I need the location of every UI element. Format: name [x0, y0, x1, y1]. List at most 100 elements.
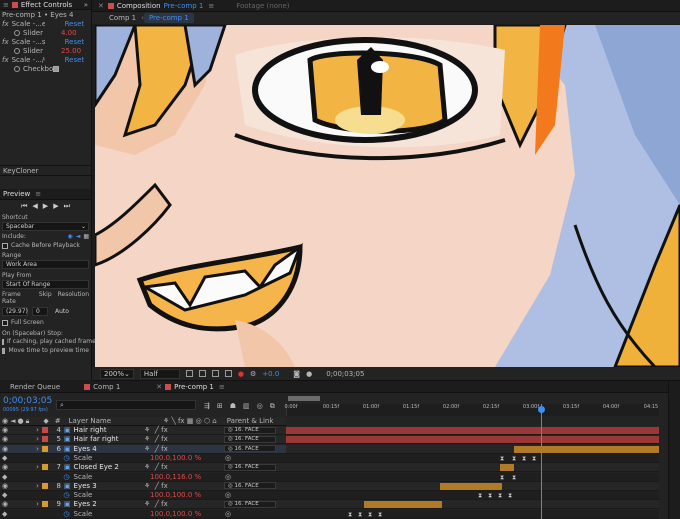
label-color[interactable] — [41, 436, 48, 443]
move-time-checkbox[interactable] — [2, 347, 6, 354]
layer-row[interactable]: ◉ › 5 ▣ Hair far right ⚘ ╱ fx ◎ 16. FACE — [0, 435, 286, 445]
keyframe-nav-icon[interactable]: ◆ — [2, 454, 7, 462]
property-row[interactable]: ◆ ◷ Scale 100.0,100.0 % ◎ — [0, 453, 286, 463]
color-channel-icon[interactable]: ● — [238, 370, 244, 378]
fx-icon[interactable]: fx — [2, 20, 9, 28]
stopwatch-icon[interactable] — [14, 29, 20, 36]
draft-3d-icon[interactable]: ⊞ — [217, 402, 223, 411]
keyframe[interactable]: ⧗ — [512, 455, 516, 463]
full-screen-checkbox[interactable] — [2, 319, 8, 326]
layer-row[interactable]: ◉ › 4 ▣ Hair right ⚘ ╱ fx ◎ 16. FACE — [0, 426, 286, 435]
shy-icon[interactable]: ☗ — [230, 402, 236, 411]
menu-icon[interactable]: ≡ — [3, 1, 9, 9]
next-frame-icon[interactable]: ▶ — [53, 202, 58, 210]
expand-arrow-icon[interactable]: › — [36, 445, 39, 453]
layer-bar[interactable] — [500, 464, 514, 472]
effect-row[interactable]: fx Scale -...sion Reset — [0, 37, 91, 46]
range-dropdown[interactable]: Work Area — [2, 260, 89, 269]
composition-name[interactable]: Pre-comp 1 — [164, 2, 204, 10]
parent-dropdown[interactable]: ◎ 16. FACE — [224, 445, 276, 453]
zoom-dropdown[interactable]: 200% ⌄ — [100, 368, 134, 379]
playhead-handle[interactable] — [538, 406, 545, 413]
grid-icon[interactable] — [224, 370, 232, 377]
stopwatch-icon[interactable]: ◷ — [63, 510, 69, 518]
label-color[interactable] — [41, 501, 48, 508]
layer-name[interactable]: Eyes 4 — [74, 445, 97, 453]
label-icon[interactable]: ◆ — [43, 417, 48, 425]
expand-arrow-icon[interactable]: › — [36, 435, 39, 443]
stopwatch-icon[interactable] — [14, 65, 20, 72]
gear-icon[interactable]: ⚙ — [250, 370, 256, 378]
layer-name[interactable]: Eyes 2 — [74, 500, 97, 508]
switches[interactable]: ⚘ ╱ fx — [144, 482, 168, 490]
keyframe[interactable]: ⧗ — [500, 455, 504, 463]
motion-blur-icon[interactable]: ◎ — [257, 402, 263, 411]
parent-dropdown[interactable]: ◎ 16. FACE — [224, 463, 276, 471]
keyframe-nav-icon[interactable]: ◆ — [2, 473, 7, 481]
label-color[interactable] — [41, 427, 48, 433]
checkbox[interactable] — [53, 65, 59, 72]
close-icon[interactable]: ✕ — [98, 2, 104, 10]
link-icon[interactable]: ◎ — [225, 510, 231, 518]
panel-expand-icon[interactable]: » — [84, 1, 88, 9]
composition-label[interactable]: Composition — [117, 2, 161, 10]
solo-icon[interactable]: ● — [18, 417, 24, 425]
frame-blending-icon[interactable]: ▥ — [243, 402, 250, 411]
fx-icon[interactable]: fx — [2, 56, 9, 64]
link-icon[interactable]: ◎ — [225, 491, 231, 499]
layer-name[interactable]: Eyes 3 — [74, 482, 97, 490]
reset-button[interactable]: Reset — [65, 38, 85, 46]
preview-tab[interactable]: Preview ≡ — [0, 189, 91, 200]
tab-pre-comp-1[interactable]: Pre-comp 1 — [143, 13, 194, 23]
layer-bar[interactable] — [364, 501, 442, 509]
layer-row[interactable]: ◉ › 7 ▣ Closed Eye 2 ⚘ ╱ fx ◎ 16. FACE — [0, 463, 286, 473]
link-icon[interactable]: ◎ — [225, 454, 231, 462]
transparency-grid-icon[interactable] — [198, 370, 206, 377]
layer-row[interactable]: ◉ › 6 ▣ Eyes 4 ⚘ ╱ fx ◎ 16. FACE — [0, 444, 286, 454]
keyframe[interactable]: ⧗ — [478, 492, 482, 500]
stopwatch-icon[interactable]: ◷ — [63, 473, 69, 481]
layer-row[interactable]: ◉ › 8 ▣ Eyes 3 ⚘ ╱ fx ◎ 16. FACE — [0, 481, 286, 491]
close-icon[interactable]: ✕ — [156, 383, 162, 391]
switches[interactable]: ⚘ ╱ fx — [144, 463, 168, 471]
graph-editor-icon[interactable]: ⧉ — [270, 402, 275, 411]
keyframe-nav-icon[interactable]: ◆ — [2, 510, 7, 518]
lock-icon[interactable] — [107, 2, 114, 9]
mask-visibility-icon[interactable] — [211, 370, 219, 377]
lock-column-icon[interactable]: 🔒︎ — [26, 417, 30, 426]
property-value[interactable]: 100.0,100.0 % — [150, 491, 201, 499]
keyframe[interactable]: ⧗ — [512, 474, 516, 482]
eye-icon[interactable]: ◉ — [2, 500, 8, 508]
property-value[interactable]: 100.0,116.0 % — [150, 473, 201, 481]
switches[interactable]: ⚘ ╱ fx — [144, 445, 168, 453]
keyframe[interactable]: ⧗ — [498, 492, 502, 500]
skip-dropdown[interactable]: 0 — [32, 307, 48, 316]
layer-row[interactable]: ◉ › 9 ▣ Eyes 2 ⚘ ╱ fx ◎ 16. FACE — [0, 500, 286, 510]
parent-dropdown[interactable]: ◎ 16. FACE — [224, 482, 276, 490]
expand-arrow-icon[interactable]: › — [36, 482, 39, 490]
eye-icon[interactable]: ◉ — [2, 435, 8, 443]
first-frame-icon[interactable]: ⏮ — [21, 202, 27, 211]
keyframe[interactable]: ⧗ — [488, 492, 492, 500]
tab-render-queue[interactable]: Render Queue — [10, 383, 60, 391]
label-color[interactable] — [41, 464, 48, 471]
layer-bar[interactable] — [286, 427, 659, 434]
playhead[interactable] — [541, 404, 542, 519]
expand-arrow-icon[interactable]: › — [36, 463, 39, 471]
resolution-dropdown[interactable]: Half — [139, 368, 180, 379]
play-from-dropdown[interactable]: Start Of Range — [2, 280, 89, 289]
last-frame-icon[interactable]: ⏭ — [64, 202, 70, 211]
current-time[interactable]: 0;00;03;05 — [3, 396, 52, 406]
keyframe[interactable]: ⧗ — [522, 455, 526, 463]
cache-checkbox[interactable] — [2, 242, 8, 249]
overlay-icon[interactable]: ▦ — [83, 233, 89, 240]
menu-icon[interactable]: ≡ — [219, 383, 225, 391]
video-icon[interactable]: ◉ — [67, 233, 72, 240]
parent-dropdown[interactable]: ◎ 16. FACE — [224, 435, 276, 443]
exposure-value[interactable]: +0.0 — [262, 370, 279, 378]
switches[interactable]: ⚘ ╱ fx — [144, 500, 168, 508]
menu-icon[interactable]: ≡ — [35, 190, 41, 198]
audio-icon[interactable]: ◄ — [10, 417, 15, 425]
property-value[interactable]: 100.0,100.0 % — [150, 510, 201, 518]
parent-dropdown[interactable]: ◎ 16. FACE — [224, 500, 276, 508]
